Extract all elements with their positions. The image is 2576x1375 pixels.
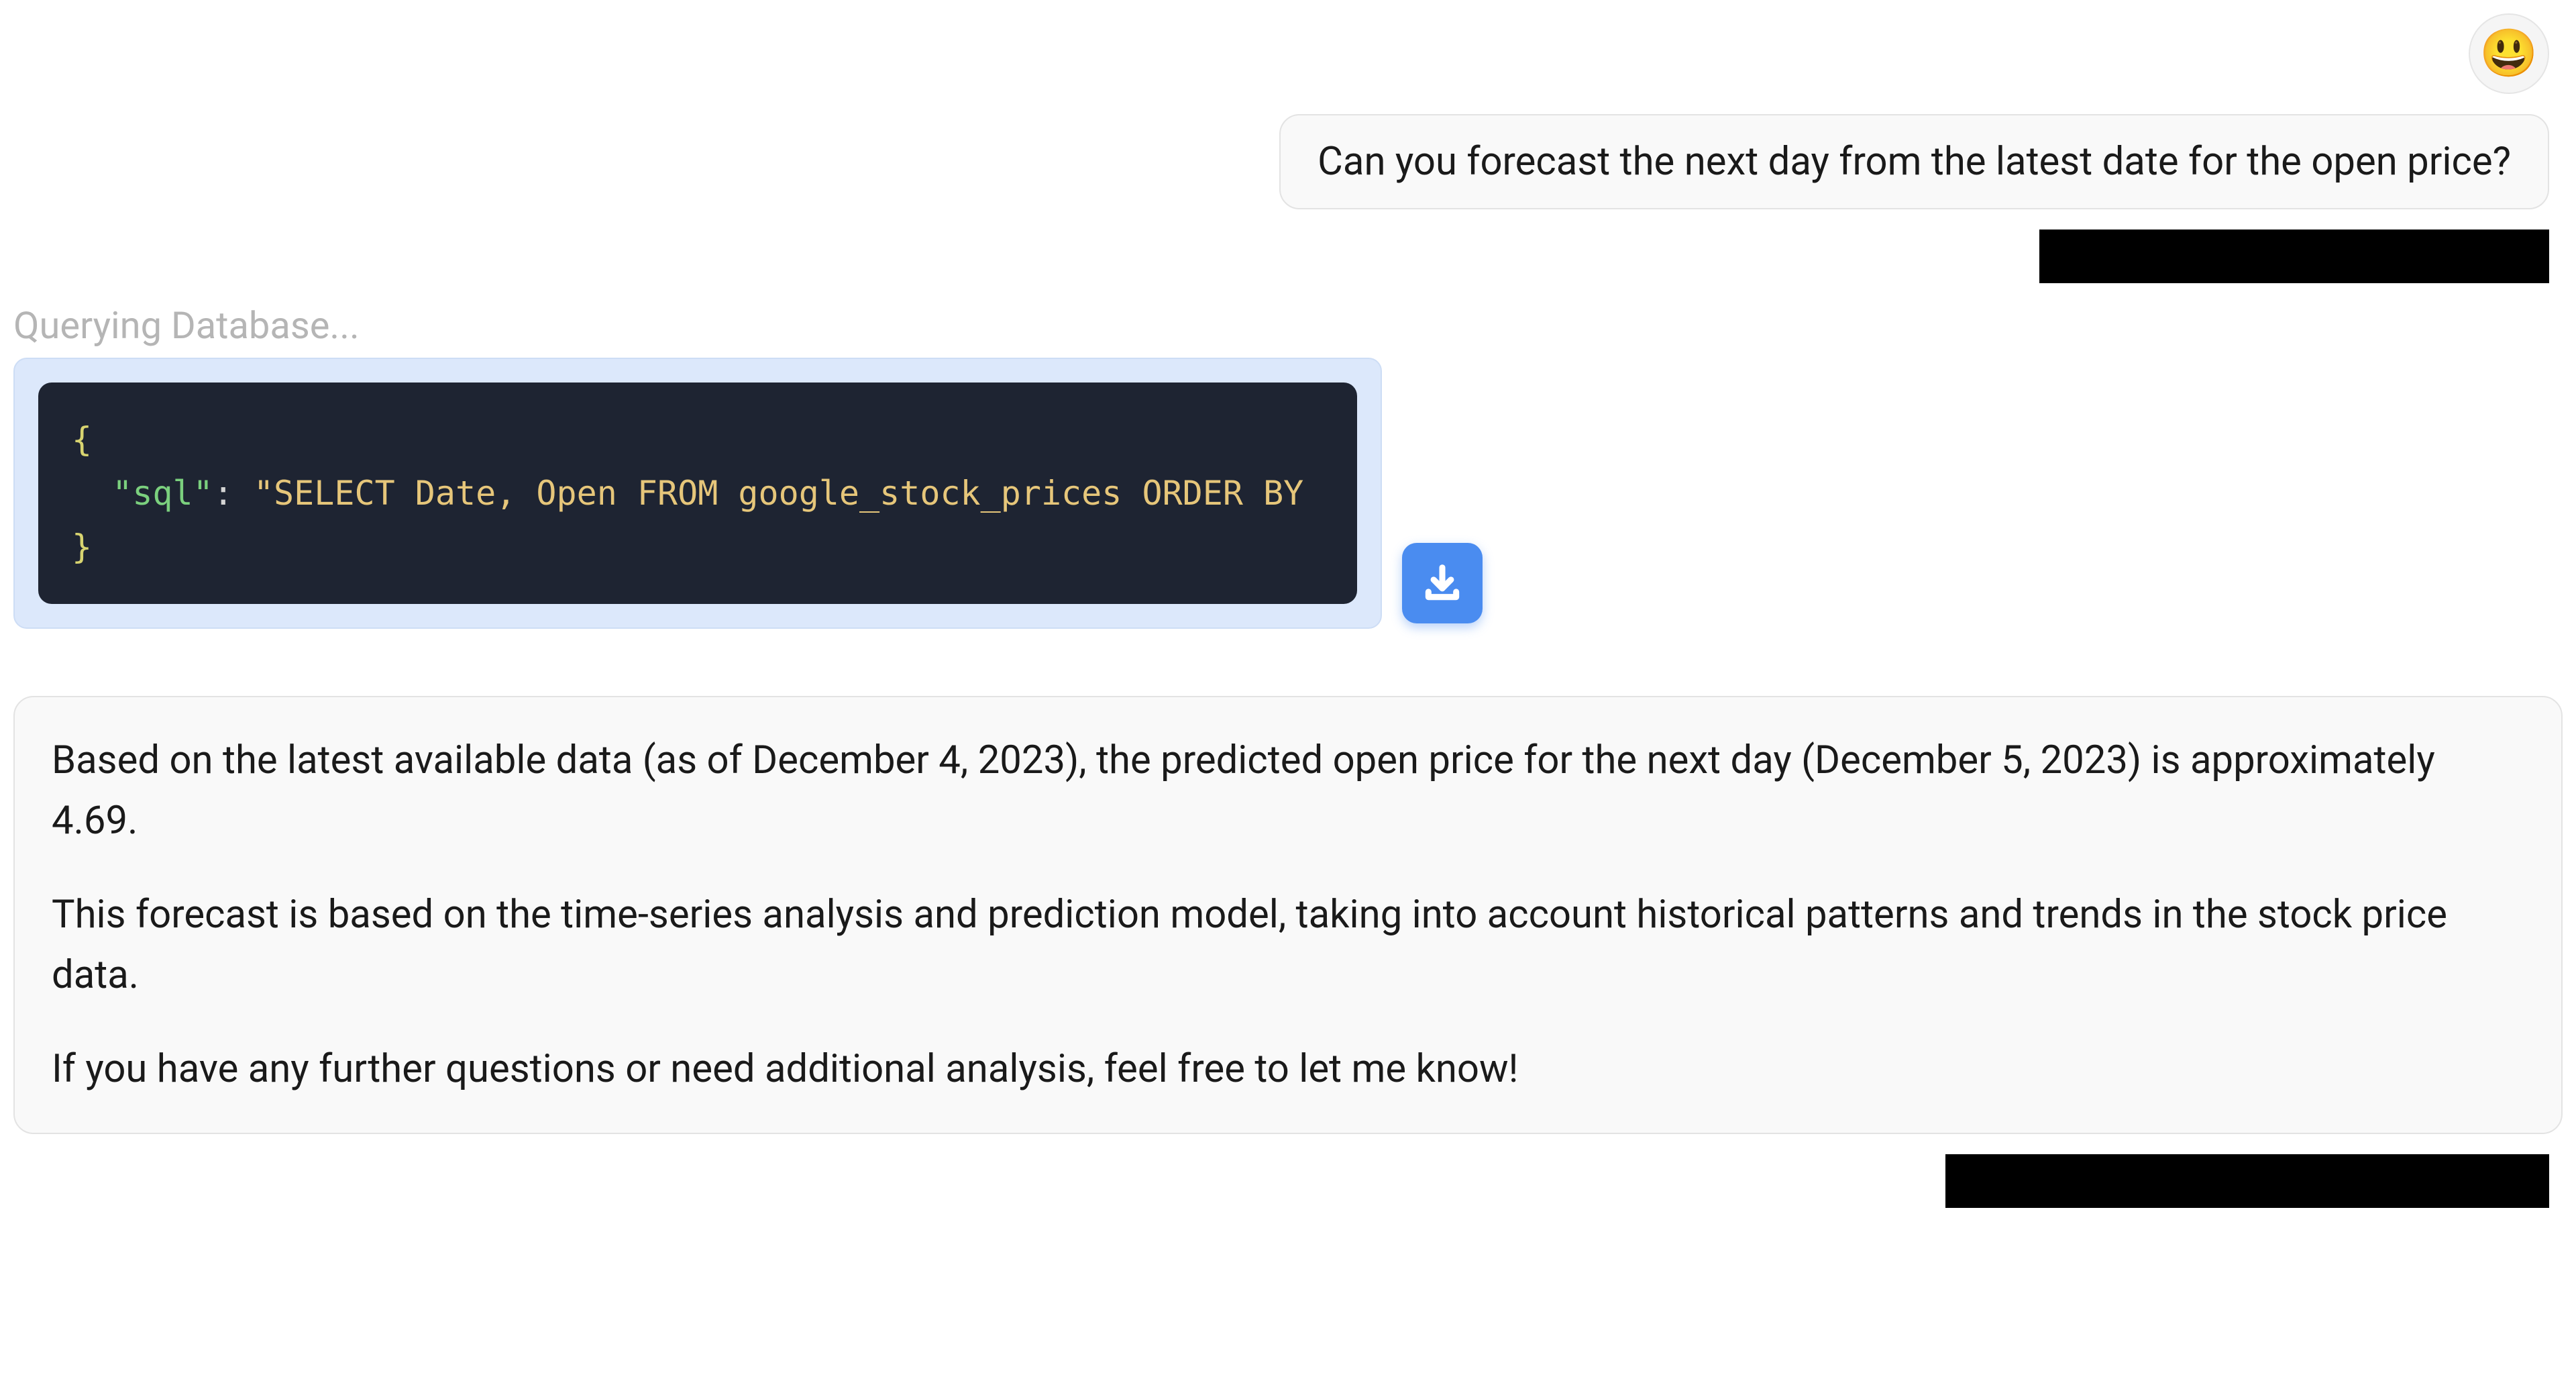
code-block: { "sql": "SELECT Date, Open FROM google_…: [38, 383, 1357, 604]
redaction-block-2: [1945, 1154, 2549, 1208]
code-value: "SELECT Date, Open FROM google_stock_pri…: [254, 474, 1303, 513]
code-open-brace: {: [72, 420, 92, 459]
response-paragraph-3: If you have any further questions or nee…: [52, 1039, 2524, 1100]
code-section-row: { "sql": "SELECT Date, Open FROM google_…: [13, 358, 2563, 629]
user-message-text: Can you forecast the next day from the l…: [1318, 139, 2511, 185]
code-colon: :: [213, 474, 254, 513]
avatar-emoji: 😃: [2479, 26, 2538, 81]
user-message-bubble: Can you forecast the next day from the l…: [1279, 114, 2549, 209]
redaction-row-1: [13, 230, 2563, 283]
user-avatar: 😃: [2469, 13, 2549, 94]
code-close-brace: }: [72, 527, 92, 566]
download-button[interactable]: [1402, 543, 1483, 623]
redaction-block-1: [2039, 230, 2549, 283]
chat-container: 😃 Can you forecast the next day from the…: [13, 13, 2563, 1228]
status-text: Querying Database...: [13, 303, 2563, 348]
user-message-row: Can you forecast the next day from the l…: [13, 114, 2563, 209]
response-paragraph-1: Based on the latest available data (as o…: [52, 731, 2524, 852]
response-paragraph-2: This forecast is based on the time-serie…: [52, 885, 2524, 1006]
code-outer-container: { "sql": "SELECT Date, Open FROM google_…: [13, 358, 1382, 629]
avatar-row: 😃: [13, 13, 2563, 94]
code-key: "sql": [112, 474, 213, 513]
redaction-row-2: [13, 1154, 2563, 1208]
download-icon: [1421, 562, 1463, 604]
assistant-response: Based on the latest available data (as o…: [13, 696, 2563, 1134]
